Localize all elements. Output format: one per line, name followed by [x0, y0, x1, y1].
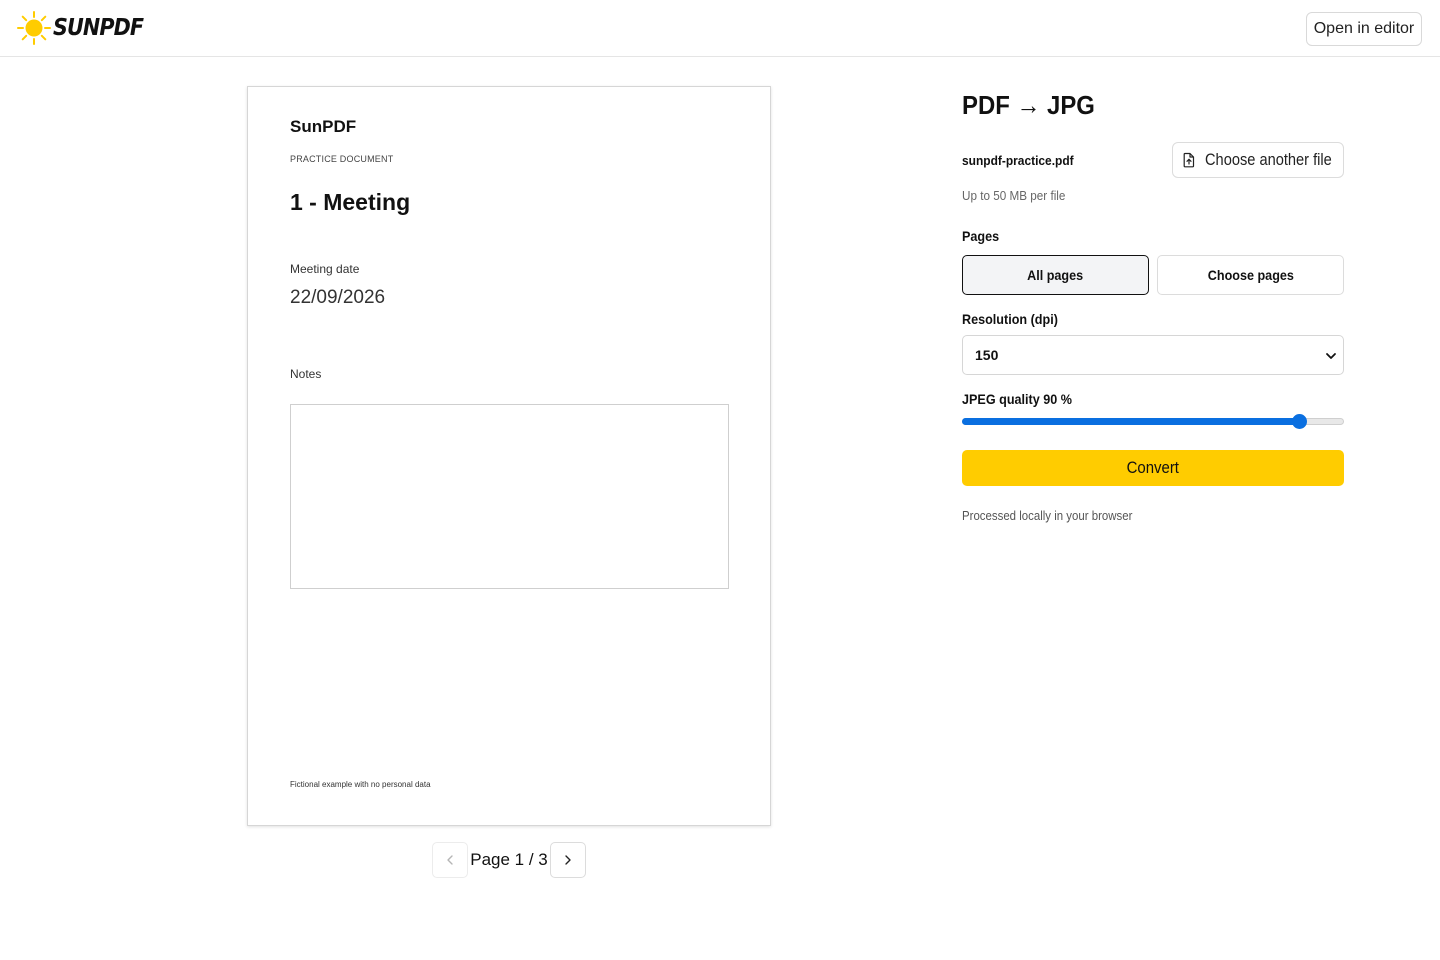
file-size-limit: Up to 50 MB per file: [962, 188, 1066, 203]
choose-pages-option[interactable]: Choose pages: [1157, 255, 1344, 295]
chevron-left-icon: [447, 855, 453, 865]
doc-date-label: Meeting date: [290, 262, 360, 276]
slider-thumb[interactable]: [1292, 414, 1308, 429]
doc-footer: Fictional example with no personal data: [290, 780, 431, 789]
choose-pages-label: Choose pages: [1207, 267, 1294, 283]
tool-title: PDF → JPG: [962, 90, 1095, 120]
document-preview: SunPDF PRACTICE DOCUMENT 1 - Meeting Mee…: [247, 86, 771, 826]
doc-title: 1 - Meeting: [290, 189, 411, 215]
brand-logo[interactable]: SUNPDF: [16, 10, 153, 46]
brand-wordmark: SUNPDF: [53, 15, 144, 41]
page-indicator: Page 1 / 3: [470, 850, 548, 869]
local-processing-note: Processed locally in your browser: [962, 508, 1133, 523]
resolution-value: 150: [975, 347, 999, 363]
file-name: sunpdf-practice.pdf: [962, 153, 1074, 168]
all-pages-option[interactable]: All pages: [962, 255, 1149, 295]
sun-icon: [17, 11, 51, 45]
chevron-down-icon: [1326, 353, 1336, 359]
doc-date-value: 22/09/2026: [290, 287, 386, 308]
doc-kicker: PRACTICE DOCUMENT: [290, 154, 394, 164]
previous-page-button[interactable]: [432, 842, 468, 878]
doc-notes-box: [290, 404, 729, 589]
jpeg-quality-label: JPEG quality 90 %: [962, 391, 1072, 407]
file-upload-icon: [1183, 152, 1195, 168]
next-page-button[interactable]: [550, 842, 586, 878]
resolution-label: Resolution (dpi): [962, 311, 1058, 327]
convert-label: Convert: [1126, 458, 1180, 477]
open-in-editor-button[interactable]: Open in editor: [1306, 12, 1422, 46]
all-pages-label: All pages: [1027, 267, 1084, 283]
resolution-select[interactable]: 150: [962, 335, 1344, 375]
chevron-right-icon: [565, 855, 571, 865]
doc-brand: SunPDF: [290, 117, 357, 136]
choose-file-label: Choose another file: [1205, 150, 1333, 169]
jpeg-quality-slider[interactable]: [962, 414, 1344, 430]
page-pager: Page 1 / 3: [432, 842, 586, 878]
convert-button[interactable]: Convert: [962, 450, 1344, 486]
pages-label: Pages: [962, 228, 1000, 244]
doc-notes-label: Notes: [290, 367, 322, 381]
top-bar: SUNPDF Open in editor: [0, 0, 1440, 57]
choose-another-file-button[interactable]: Choose another file: [1172, 142, 1344, 178]
slider-fill: [962, 418, 1300, 425]
